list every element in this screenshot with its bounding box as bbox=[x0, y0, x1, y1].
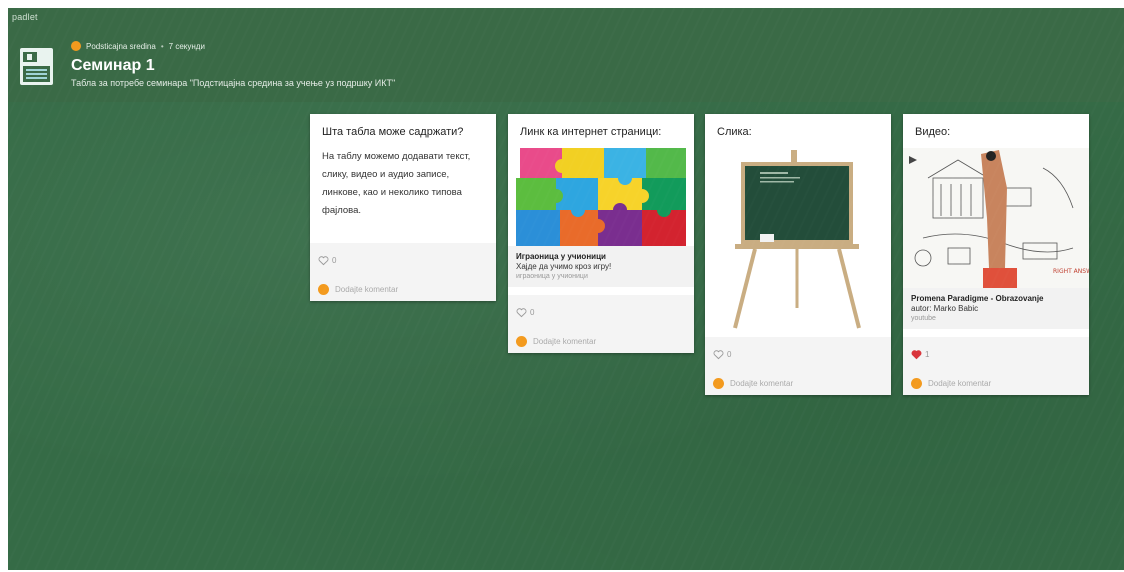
author-name[interactable]: Podsticajna sredina bbox=[86, 42, 156, 51]
post-title: Шта табла може садржати? bbox=[322, 126, 464, 138]
post-footer: 1 Dodajte komentar bbox=[903, 337, 1089, 395]
post-title: Видео: bbox=[915, 126, 951, 138]
like-row: 1 bbox=[903, 337, 1089, 363]
post-card[interactable]: Слика: 0 Dodajte komentar bbox=[705, 114, 891, 395]
video-source: youtube bbox=[911, 315, 936, 322]
link-preview[interactable]: Играоница у учионици Хајде да учимо кроз… bbox=[508, 246, 694, 287]
like-count: 0 bbox=[727, 349, 732, 359]
comment-input[interactable]: Dodajte komentar bbox=[903, 363, 1089, 395]
commenter-avatar bbox=[318, 283, 329, 295]
heart-filled-icon[interactable] bbox=[911, 349, 922, 360]
chalkboard-easel-image[interactable] bbox=[705, 148, 891, 334]
board-title: Семинар 1 bbox=[71, 57, 155, 74]
like-count: 0 bbox=[530, 307, 535, 317]
heart-outline-icon[interactable] bbox=[713, 349, 724, 360]
like-count: 1 bbox=[925, 349, 930, 359]
commenter-avatar bbox=[713, 377, 724, 389]
post-footer: 0 Dodajte komentar bbox=[508, 295, 694, 353]
video-preview[interactable]: Promena Paradigme - Obrazovanje autor: M… bbox=[903, 288, 1089, 329]
padlet-board: padlet Podsticajna sredina • 7 секунди С… bbox=[8, 8, 1124, 570]
author-avatar[interactable] bbox=[71, 41, 81, 51]
last-updated: 7 секунди bbox=[168, 41, 205, 51]
video-title: Promena Paradigme - Obrazovanje bbox=[911, 294, 1044, 303]
board-meta: Podsticajna sredina • 7 секунди bbox=[71, 41, 205, 51]
like-row: 0 bbox=[310, 243, 496, 269]
puzzle-image[interactable] bbox=[508, 148, 694, 246]
post-footer: 0 Dodajte komentar bbox=[705, 337, 891, 395]
like-count: 0 bbox=[332, 255, 337, 265]
comment-placeholder: Dodajte komentar bbox=[533, 336, 597, 346]
board-subtitle: Табла за потребе семинара "Подстицајна с… bbox=[71, 78, 396, 88]
commenter-avatar bbox=[516, 335, 527, 347]
padlet-logo[interactable]: padlet bbox=[12, 12, 38, 22]
post-card[interactable]: Линк ка интернет страници: Играоница у у… bbox=[508, 114, 694, 353]
heart-outline-icon[interactable] bbox=[516, 307, 527, 318]
comment-placeholder: Dodajte komentar bbox=[928, 378, 992, 388]
svg-text:RIGHT ANSWER: RIGHT ANSWER bbox=[1053, 268, 1089, 275]
video-thumbnail[interactable]: RIGHT ANSWER bbox=[903, 148, 1089, 288]
comment-input[interactable]: Dodajte komentar bbox=[508, 321, 694, 353]
comment-placeholder: Dodajte komentar bbox=[730, 378, 794, 388]
board-icon bbox=[20, 48, 53, 85]
post-title: Слика: bbox=[717, 126, 752, 138]
heart-outline-icon[interactable] bbox=[318, 255, 329, 266]
post-card[interactable]: Шта табла може садржати? На таблу можемо… bbox=[310, 114, 496, 301]
post-title: Линк ка интернет страници: bbox=[520, 126, 662, 138]
comment-placeholder: Dodajte komentar bbox=[335, 284, 399, 294]
post-footer: 0 Dodajte komentar bbox=[310, 243, 496, 301]
like-row: 0 bbox=[705, 337, 891, 363]
post-body: На таблу можемо додавати текст, слику, в… bbox=[322, 151, 471, 216]
commenter-avatar bbox=[911, 377, 922, 389]
link-description: Хајде да учимо кроз игру! bbox=[516, 262, 612, 271]
board-header: padlet Podsticajna sredina • 7 секунди С… bbox=[8, 8, 1124, 102]
link-source: играоница у учионици bbox=[516, 273, 588, 280]
link-title: Играоница у учионици bbox=[516, 252, 606, 261]
comment-input[interactable]: Dodajte komentar bbox=[310, 269, 496, 301]
post-card[interactable]: Видео: RIGHT ANSWER bbox=[903, 114, 1089, 395]
meta-separator: • bbox=[160, 41, 164, 51]
video-author: autor: Marko Babic bbox=[911, 304, 979, 313]
like-row: 0 bbox=[508, 295, 694, 321]
comment-input[interactable]: Dodajte komentar bbox=[705, 363, 891, 395]
